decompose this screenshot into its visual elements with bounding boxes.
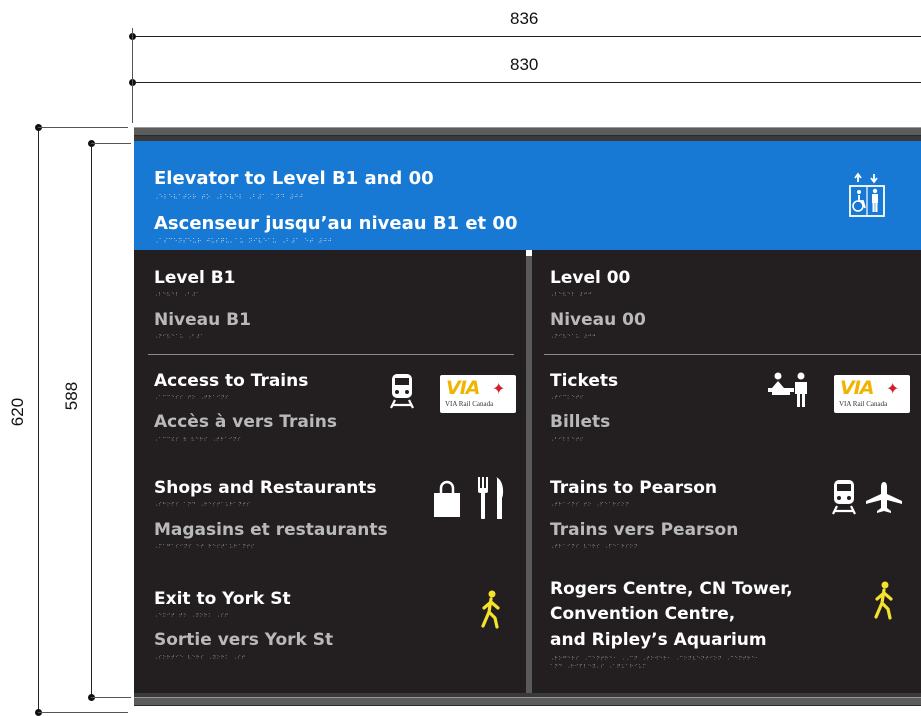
dimension-line (38, 127, 39, 713)
destination-en: Shops and Restaurants (154, 478, 377, 498)
destination-braille-fr: ⠠⠁⠉⠉⠮⠎ ⠷ ⠧⠑⠗⠎ ⠠⠞⠗⠁⠊⠝⠎ (154, 437, 242, 443)
destination-en: Access to Trains (154, 371, 309, 391)
level-braille-en: ⠠⠇⠑⠧⠑⠇ ⠼⠚⠚ (550, 292, 592, 298)
airplane-icon (866, 482, 902, 513)
destination-en: Trains to Pearson (550, 478, 718, 498)
destination-braille-fr: ⠠⠍⠁⠛⠁⠎⠊⠝⠎ ⠑⠞ ⠗⠑⠎⠞⠁⠥⠗⠁⠝⠞⠎ (154, 544, 255, 550)
sign-bottom-frame (134, 697, 921, 706)
banner-title-fr: Ascenseur jusqu’au niveau B1 et 00 (154, 213, 518, 234)
destination-fr: Billets (550, 412, 611, 432)
maple-leaf-icon: ✦ (886, 379, 900, 398)
level-divider (148, 354, 514, 355)
banner-braille-fr: ⠠⠁⠎⠉⠑⠝⠎⠑⠥⠗ ⠚⠥⠎⠟⠥⠄⠁⠥ ⠝⠊⠧⠑⠁⠥ ⠠⠃⠼⠁ ⠑⠞ ⠼⠚⠚ (154, 238, 333, 245)
destination-en-line2: Convention Centre, (550, 604, 736, 624)
via-logo-text: VIA (446, 377, 480, 399)
wayfinding-sign: Elevator to Level B1 and 00 ⠠⠑⠇⠑⠧⠁⠞⠕⠗ ⠞⠕… (134, 127, 921, 710)
pedestrian-icon (481, 590, 500, 629)
via-rail-logo: VIA ✦ VIA Rail Canada (440, 375, 516, 413)
dimension-label-588: 588 (62, 381, 82, 411)
shopping-bag-icon (434, 480, 460, 517)
extension-line (38, 712, 128, 713)
dimension-line (132, 36, 921, 37)
extension-line (132, 28, 133, 123)
level-braille-en: ⠠⠇⠑⠧⠑⠇ ⠠⠃⠼⠁ (154, 292, 201, 298)
via-logo-text: VIA (840, 377, 874, 399)
destination-en: Tickets (550, 371, 619, 391)
frame-gap (134, 693, 921, 697)
elevator-accessible-icon (849, 172, 885, 217)
ticket-counter-icon (768, 372, 807, 407)
level-title-en: Level 00 (550, 268, 631, 288)
destination-braille-en: ⠠⠎⠓⠕⠏⠎ ⠁⠝⠙ ⠠⠗⠑⠎⠞⠁⠥⠗⠁⠝⠞⠎ (154, 502, 251, 508)
destination-en-line3: and Ripley’s Aquarium (550, 630, 767, 650)
level-title-en: Level B1 (154, 268, 236, 288)
extension-line (91, 697, 131, 698)
pedestrian-icon (874, 581, 893, 620)
destination-braille-en: ⠠⠑⠭⠊⠞ ⠞⠕ ⠠⠽⠕⠗⠅ ⠠⠎⠞ (154, 613, 229, 619)
sign-top-frame (134, 127, 921, 136)
via-logo-subtitle: VIA Rail Canada (445, 400, 494, 408)
train-icon (832, 480, 856, 515)
level-braille-fr: ⠠⠝⠊⠧⠑⠁⠥ ⠠⠃⠼⠁ (154, 334, 205, 340)
destination-braille-en: ⠠⠞⠗⠁⠊⠝⠎ ⠞⠕ ⠠⠏⠑⠁⠗⠎⠕⠝ (550, 502, 630, 508)
via-logo-subtitle: VIA Rail Canada (839, 400, 888, 408)
destination-braille-fr: ⠠⠎⠕⠗⠞⠊⠑ ⠧⠑⠗⠎ ⠠⠽⠕⠗⠅ ⠠⠎⠞ (154, 655, 246, 661)
destination-braille-en: ⠠⠞⠊⠉⠅⠑⠞⠎ (550, 395, 585, 401)
extension-line (38, 127, 128, 128)
banner-braille-en: ⠠⠑⠇⠑⠧⠁⠞⠕⠗ ⠞⠕ ⠠⠇⠑⠧⠑⠇ ⠠⠃⠼⠁ ⠁⠝⠙ ⠼⠚⠚ (154, 194, 304, 201)
level-title-fr: Niveau 00 (550, 310, 646, 330)
dimension-label-620: 620 (8, 397, 28, 427)
fork-knife-icon (478, 477, 504, 519)
destination-braille-line1: ⠠⠗⠕⠛⠑⠗⠎ ⠠⠉⠑⠝⠞⠗⠑⠂ ⠠⠠⠉⠝ ⠠⠞⠕⠺⠑⠗⠂ ⠠⠉⠕⠝⠧⠑⠝⠞⠊⠕… (550, 656, 760, 662)
extension-line (91, 143, 131, 144)
elevator-banner: Elevator to Level B1 and 00 ⠠⠑⠇⠑⠧⠁⠞⠕⠗ ⠞⠕… (134, 141, 921, 250)
maple-leaf-icon: ✦ (492, 379, 506, 398)
destination-fr: Trains vers Pearson (550, 520, 739, 540)
destination-braille-fr: ⠠⠃⠊⠇⠇⠑⠞⠎ (550, 437, 585, 443)
dimension-label-830: 830 (510, 55, 539, 74)
via-rail-logo: VIA ✦ VIA Rail Canada (834, 375, 910, 413)
dimension-label-836: 836 (510, 9, 539, 28)
destination-fr: Accès à vers Trains (154, 412, 337, 432)
panel-level-00: Level 00 ⠠⠇⠑⠧⠑⠇ ⠼⠚⠚ Niveau 00 ⠠⠝⠊⠧⠑⠁⠥ ⠼⠚… (532, 250, 921, 693)
destination-en-line1: Rogers Centre, CN Tower, (550, 579, 793, 599)
destination-braille-fr: ⠠⠞⠗⠁⠊⠝⠎ ⠧⠑⠗⠎ ⠠⠏⠑⠁⠗⠎⠕⠝ (550, 544, 639, 550)
destination-fr: Sortie vers York St (154, 630, 334, 650)
destination-braille-line2: ⠁⠝⠙ ⠠⠗⠊⠏⠇⠑⠽⠄⠎ ⠠⠁⠟⠥⠁⠗⠊⠥⠍ (550, 664, 647, 670)
level-divider (544, 354, 921, 355)
level-title-fr: Niveau B1 (154, 310, 251, 330)
panel-level-b1: Level B1 ⠠⠇⠑⠧⠑⠇ ⠠⠃⠼⠁ Niveau B1 ⠠⠝⠊⠧⠑⠁⠥ ⠠… (134, 250, 526, 693)
banner-title-en: Elevator to Level B1 and 00 (154, 168, 434, 189)
train-icon (390, 374, 414, 409)
dimension-line (132, 82, 921, 83)
destination-fr: Magasins et restaurants (154, 520, 388, 540)
destination-braille-en: ⠠⠁⠉⠉⠑⠎⠎ ⠞⠕ ⠠⠞⠗⠁⠊⠝⠎ (154, 395, 230, 401)
level-braille-fr: ⠠⠝⠊⠧⠑⠁⠥ ⠼⠚⠚ (550, 334, 597, 340)
destination-en: Exit to York St (154, 589, 291, 609)
dimension-line (91, 143, 92, 698)
